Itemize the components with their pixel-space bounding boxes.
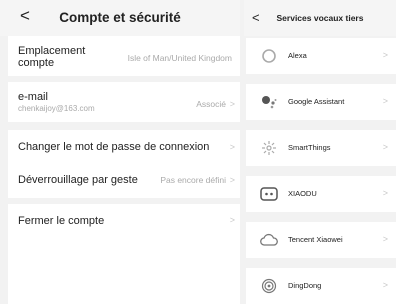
chevron-right-icon: > bbox=[382, 50, 388, 60]
close-account-row[interactable]: Fermer le compte > bbox=[8, 204, 240, 238]
alexa-ring-icon bbox=[260, 48, 278, 64]
service-name: SmartThings bbox=[288, 143, 331, 152]
change-password-row[interactable]: Changer le mot de passe de connexion > bbox=[8, 130, 240, 164]
smartthings-icon bbox=[260, 140, 278, 156]
close-account-group: Fermer le compte > bbox=[8, 204, 240, 238]
email-label: e-mail bbox=[18, 91, 48, 103]
service-item-smartthings[interactable]: SmartThings > bbox=[246, 130, 396, 166]
chevron-right-icon: > bbox=[382, 96, 388, 106]
account-location-value: Isle of Man/United Kingdom bbox=[127, 53, 232, 63]
service-name: XIAODU bbox=[288, 189, 317, 198]
account-location-group: Emplacement compte Isle of Man/United Ki… bbox=[8, 36, 240, 76]
chevron-right-icon: > bbox=[229, 215, 235, 225]
chevron-right-icon: > bbox=[382, 188, 388, 198]
header: < Services vocaux tiers bbox=[244, 0, 396, 36]
dingdong-icon bbox=[260, 278, 278, 294]
chevron-right-icon: > bbox=[229, 99, 235, 109]
chevron-right-icon: > bbox=[382, 234, 388, 244]
account-location-row: Emplacement compte Isle of Man/United Ki… bbox=[8, 36, 240, 76]
service-item-xiaodu[interactable]: XIAODU > bbox=[246, 176, 396, 212]
chevron-right-icon: > bbox=[229, 175, 235, 185]
page-title: Services vocaux tiers bbox=[276, 13, 364, 23]
change-password-label: Changer le mot de passe de connexion bbox=[18, 141, 210, 153]
account-location-label: Emplacement compte bbox=[18, 45, 86, 69]
email-group: e-mail chenkaijoy@163.com Associé > bbox=[8, 82, 240, 122]
service-item-dingdong[interactable]: DingDong > bbox=[246, 268, 396, 304]
chevron-right-icon: > bbox=[229, 142, 235, 152]
service-item-google-assistant[interactable]: Google Assistant > bbox=[246, 84, 396, 120]
voice-services-panel: < Services vocaux tiers Alexa > Google A… bbox=[244, 0, 396, 304]
gesture-unlock-label: Déverrouillage par geste bbox=[18, 174, 138, 186]
service-name: Google Assistant bbox=[288, 97, 345, 106]
service-item-tencent-xiaowei[interactable]: Tencent Xiaowei > bbox=[246, 222, 396, 258]
service-name: Tencent Xiaowei bbox=[288, 235, 343, 244]
email-address: chenkaijoy@163.com bbox=[18, 104, 95, 113]
service-name: DingDong bbox=[288, 281, 322, 290]
gesture-unlock-value: Pas encore défini bbox=[160, 175, 226, 185]
tencent-xiaowei-cloud-icon bbox=[260, 232, 278, 248]
empty-group-area bbox=[8, 238, 240, 304]
service-item-alexa[interactable]: Alexa > bbox=[246, 38, 396, 74]
email-status: Associé bbox=[196, 99, 226, 109]
account-security-panel: < Compte et sécurité Emplacement compte … bbox=[0, 0, 240, 304]
chevron-right-icon: > bbox=[382, 280, 388, 290]
gesture-unlock-row[interactable]: Déverrouillage par geste Pas encore défi… bbox=[8, 164, 240, 198]
header: < Compte et sécurité bbox=[0, 0, 240, 36]
close-account-label: Fermer le compte bbox=[18, 215, 105, 227]
xiaodu-icon bbox=[260, 186, 278, 202]
email-row[interactable]: e-mail chenkaijoy@163.com Associé > bbox=[8, 82, 240, 122]
service-name: Alexa bbox=[288, 51, 307, 60]
page-title: Compte et sécurité bbox=[59, 10, 181, 25]
chevron-right-icon: > bbox=[382, 142, 388, 152]
google-assistant-dots-icon bbox=[260, 94, 278, 110]
security-group: Changer le mot de passe de connexion > D… bbox=[8, 130, 240, 198]
